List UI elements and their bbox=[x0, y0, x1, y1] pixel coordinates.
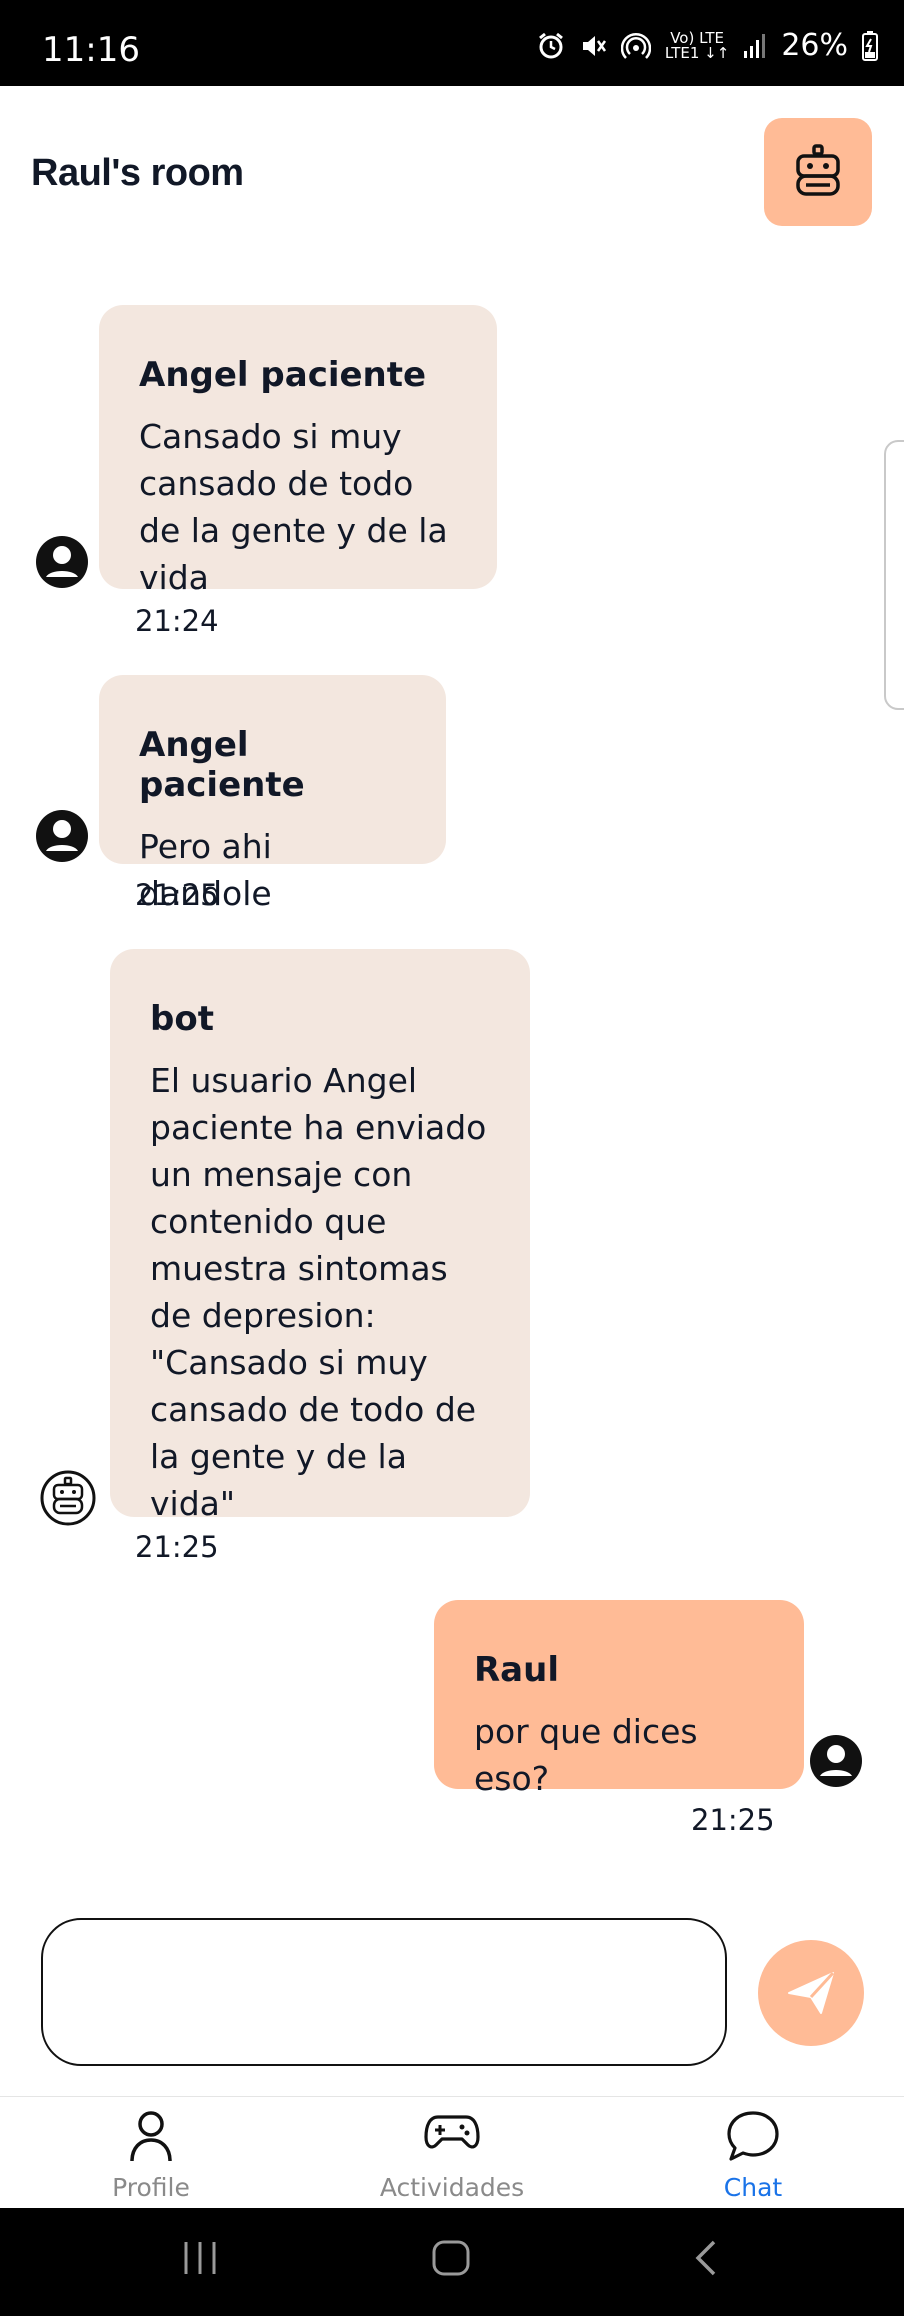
robot-icon bbox=[796, 144, 840, 196]
tab-label: Profile bbox=[112, 2173, 190, 2202]
mute-icon bbox=[582, 35, 606, 56]
hotspot-icon bbox=[620, 32, 651, 59]
message-input[interactable] bbox=[41, 1918, 727, 2066]
message-bubble: Angel paciente Pero ahi dandole bbox=[99, 675, 446, 913]
robot-icon bbox=[40, 1470, 96, 1526]
page-title: Raul's room bbox=[31, 152, 244, 194]
message-text: El usuario Angel paciente ha enviado un … bbox=[150, 1061, 487, 1523]
message-time: 21:24 bbox=[135, 604, 219, 638]
user-avatar-icon bbox=[36, 810, 88, 862]
signal-icon bbox=[744, 33, 766, 58]
home-icon[interactable] bbox=[430, 2238, 474, 2278]
send-button[interactable] bbox=[758, 1940, 864, 2046]
user-avatar-icon bbox=[36, 536, 88, 588]
message-time: 21:25 bbox=[135, 1530, 219, 1564]
person-icon bbox=[130, 2111, 172, 2162]
user-avatar-icon bbox=[810, 1735, 862, 1787]
message-bubble: Angel paciente Cansado si muy cansado de… bbox=[99, 305, 497, 597]
battery-icon bbox=[862, 30, 878, 61]
tab-actividades[interactable]: Actividades bbox=[342, 2097, 562, 2209]
bottom-tab-bar: Profile Actividades Chat bbox=[0, 2096, 904, 2209]
status-icons: Vo) LTE LTE1 ↓↑ 26% bbox=[537, 28, 878, 63]
message-text: Cansado si muy cansado de todo de la gen… bbox=[139, 417, 448, 597]
lte-bottom-label: LTE1 ↓↑ bbox=[664, 43, 730, 62]
scroll-handle[interactable] bbox=[884, 440, 904, 710]
chat-header: Raul's room bbox=[0, 86, 904, 262]
message-text: por que dices eso? bbox=[474, 1712, 698, 1798]
message-author: Angel paciente bbox=[139, 725, 305, 805]
bot-button[interactable] bbox=[764, 118, 872, 226]
tab-label: Actividades bbox=[379, 2173, 525, 2202]
message-time: 21:25 bbox=[691, 1803, 775, 1837]
message-author: Raul bbox=[474, 1650, 559, 1690]
message-time: 21:25 bbox=[135, 878, 219, 912]
chat-bubble-icon bbox=[727, 2111, 779, 2161]
gamepad-icon bbox=[424, 2115, 480, 2149]
status-bar: 11:16 Vo) LTE LTE1 ↓↑ 26% bbox=[0, 0, 904, 86]
alarm-icon bbox=[538, 32, 563, 58]
status-time: 11:16 bbox=[42, 30, 140, 70]
system-nav-bar bbox=[0, 2208, 904, 2316]
send-icon bbox=[788, 1971, 835, 2014]
tab-label: Chat bbox=[723, 2173, 783, 2202]
back-icon[interactable] bbox=[690, 2238, 720, 2278]
message-author: bot bbox=[150, 999, 214, 1039]
message-bubble: Raul por que dices eso? bbox=[434, 1600, 804, 1798]
message-bubble: bot El usuario Angel paciente ha enviado… bbox=[110, 949, 530, 1523]
recent-apps-icon[interactable] bbox=[180, 2238, 220, 2278]
message-author: Angel paciente bbox=[139, 355, 427, 395]
battery-percent: 26% bbox=[781, 28, 848, 63]
tab-profile[interactable]: Profile bbox=[41, 2097, 261, 2209]
lte-indicator: Vo) LTE LTE1 ↓↑ bbox=[664, 30, 730, 62]
tab-chat[interactable]: Chat bbox=[643, 2097, 863, 2209]
